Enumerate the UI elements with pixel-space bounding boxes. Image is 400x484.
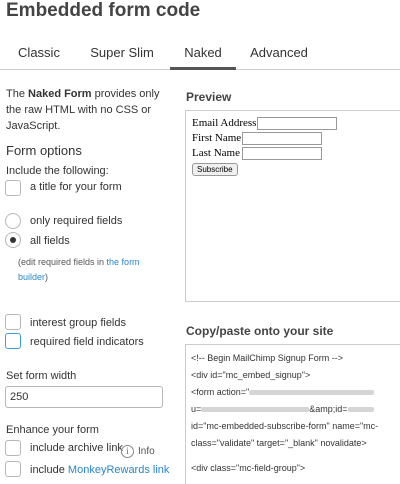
interest-groups-label: interest group fields [30,317,126,329]
radio-required-only-label: only required fields [30,215,123,227]
info-icon[interactable]: i [121,445,134,458]
code-line: <div id="mc_embed_signup"> [191,370,311,380]
redacted-text [249,390,375,396]
code-line: <div class="mc-field-group"> [191,463,306,473]
tab-super-slim[interactable]: Super Slim [80,36,164,70]
monkey-rewards-link[interactable]: MonkeyRewards link [68,464,169,476]
title-checkbox-label: a title for your form [30,181,122,193]
note-prefix: (edit required fields in [18,257,107,267]
monkey-rewards-label: include MonkeyRewards link [30,464,169,476]
tab-advanced[interactable]: Advanced [242,36,316,70]
radio-required-only[interactable] [5,213,21,229]
tab-bar: Classic Super Slim Naked Advanced [0,36,400,70]
copy-heading: Copy/paste onto your site [186,324,334,338]
archive-link-checkbox[interactable] [5,440,21,456]
redacted-text [347,407,374,413]
enhance-heading: Enhance your form [6,424,99,436]
redacted-text [201,407,310,413]
radio-all-fields[interactable] [5,232,21,248]
info-label: Info [138,446,155,457]
title-checkbox[interactable] [5,180,21,196]
required-fields-note: (edit required fields in the form builde… [18,255,168,285]
archive-link-label: include archive link [30,442,123,454]
intro-text: The Naked Form provides only the raw HTM… [6,86,166,134]
radio-all-fields-label: all fields [30,235,70,247]
tab-classic[interactable]: Classic [4,36,74,70]
preview-subscribe-button[interactable]: Subscribe [192,163,238,176]
preview-heading: Preview [186,90,232,104]
include-label: Include the following: [6,165,109,177]
code-textarea[interactable]: <!-- Begin MailChimp Signup Form --> <di… [185,344,400,484]
monkey-prefix: include [30,464,68,476]
preview-email-label: Email Address [192,117,257,129]
interest-groups-checkbox[interactable] [5,314,21,330]
form-width-heading: Set form width [6,370,77,382]
intro-bold: Naked Form [28,88,92,100]
preview-email-input[interactable] [257,117,337,130]
preview-first-name-label: First Name [192,132,242,144]
page-title: Embedded form code [6,0,201,21]
preview-last-name-label: Last Name [192,147,240,159]
code-text: &amp;id= [309,404,348,414]
code-text: <form action=" [191,387,250,397]
note-suffix: ) [45,272,49,282]
required-indicators-label: required field indicators [30,336,144,348]
monkey-rewards-checkbox[interactable] [5,461,21,477]
intro-prefix: The [6,88,29,100]
required-indicators-checkbox[interactable] [5,333,21,349]
code-line: id="mc-embedded-subscribe-form" name="mc… [191,421,379,431]
code-line: <!-- Begin MailChimp Signup Form --> [191,353,344,363]
tab-naked[interactable]: Naked [170,36,236,70]
form-options-heading: Form options [6,143,82,158]
form-width-input[interactable] [5,386,163,408]
preview-first-name-input[interactable] [242,132,322,145]
code-line: u= &amp;id= [191,404,374,414]
code-text: u= [191,404,202,414]
preview-panel: Email Address First Name Last Name Subsc… [185,110,400,302]
code-line: <form action=" [191,387,375,397]
code-line: class="validate" target="_blank" novalid… [191,438,367,448]
preview-last-name-input[interactable] [242,147,322,160]
